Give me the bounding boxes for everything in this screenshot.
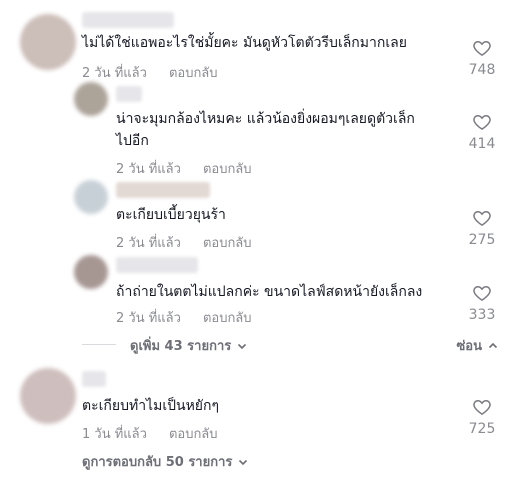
avatar[interactable] xyxy=(74,82,108,116)
hide-replies-button[interactable]: ซ่อน xyxy=(456,335,498,356)
comment-meta: 2 วัน ที่แล้ว ตอบกลับ xyxy=(116,232,252,253)
chevron-up-icon xyxy=(488,342,498,348)
like-button[interactable]: 725 xyxy=(462,397,502,437)
reply-button[interactable]: ตอบกลับ xyxy=(169,423,218,444)
timestamp: 1 วัน ที่แล้ว xyxy=(82,427,147,442)
heart-outline-icon xyxy=(473,40,491,56)
reply-2: user ตะเกียบเบี้ยวยุนร้า 2 วัน ที่แล้ว ต… xyxy=(0,180,532,253)
timestamp: 2 วัน ที่แล้ว xyxy=(116,311,181,326)
reply-button[interactable]: ตอบกลับ xyxy=(169,62,218,83)
reply-text-line-1: น่าจะมุมกล้องไหมคะ แล้วน้องยิ่งผอมๆเลยดู… xyxy=(116,111,415,127)
view-replies-button[interactable]: ดูการตอบกลับ 50 รายการ xyxy=(82,451,248,472)
reply-1: user น่าจะมุมกล้องไหมคะ แล้วน้องยิ่งผอมๆ… xyxy=(0,82,532,177)
avatar[interactable] xyxy=(20,14,76,70)
like-button[interactable]: 275 xyxy=(462,208,502,248)
hide-label: ซ่อน xyxy=(456,339,482,354)
chevron-down-icon xyxy=(238,343,247,349)
comment-text: ไม่ได้ใช่แอพอะไรใช่มั้ยคะ มันดูหัวโตตัวร… xyxy=(82,35,407,51)
avatar[interactable] xyxy=(20,368,76,424)
view-more-label: ดูเพิ่ม 43 รายการ xyxy=(130,339,232,354)
chevron-down-icon xyxy=(239,459,248,465)
like-count: 725 xyxy=(468,421,496,437)
comment-text: ตะเกียบทำไมเป็นหยักๆ xyxy=(82,398,219,414)
username[interactable]: user xyxy=(116,257,198,273)
username[interactable]: user xyxy=(82,12,174,28)
like-button[interactable]: 333 xyxy=(462,283,502,323)
heart-outline-icon xyxy=(473,285,491,301)
avatar[interactable] xyxy=(74,255,108,289)
heart-outline-icon xyxy=(473,114,491,130)
username[interactable]: user xyxy=(116,86,142,102)
reply-3: user ถ้าถ่ายในตตไม่แปลกค่ะ ขนาดไลฟ์สดหน้… xyxy=(0,255,532,327)
divider-line xyxy=(82,344,116,345)
like-count: 748 xyxy=(468,62,496,78)
comment-meta: 2 วัน ที่แล้ว ตอบกลับ xyxy=(116,158,252,179)
comment-meta: 2 วัน ที่แล้ว ตอบกลับ xyxy=(82,62,218,83)
view-more-replies-button[interactable]: ดูเพิ่ม 43 รายการ xyxy=(130,335,247,356)
like-count: 275 xyxy=(468,232,496,248)
heart-outline-icon xyxy=(473,210,491,226)
like-count: 414 xyxy=(468,136,496,152)
like-button[interactable]: 748 xyxy=(462,38,502,78)
reply-text: ถ้าถ่ายในตตไม่แปลกค่ะ ขนาดไลฟ์สดหน้ายังเ… xyxy=(116,284,423,300)
comment-1: user ไม่ได้ใช่แอพอะไรใช่มั้ยคะ มันดูหัวโ… xyxy=(0,0,532,90)
username[interactable]: user xyxy=(116,182,210,198)
timestamp: 2 วัน ที่แล้ว xyxy=(82,66,147,81)
heart-outline-icon xyxy=(473,399,491,415)
like-count: 333 xyxy=(468,307,496,323)
reply-text: ตะเกียบเบี้ยวยุนร้า xyxy=(116,207,226,223)
avatar[interactable] xyxy=(74,180,108,214)
view-replies-label: ดูการตอบกลับ 50 รายการ xyxy=(82,455,233,470)
comment-2: user ตะเกียบทำไมเป็นหยักๆ 1 วัน ที่แล้ว … xyxy=(0,365,532,479)
comment-meta: 1 วัน ที่แล้ว ตอบกลับ xyxy=(82,423,218,444)
reply-text-line-2: ไปอีก xyxy=(116,133,149,149)
reply-button[interactable]: ตอบกลับ xyxy=(203,158,252,179)
comment-meta: 2 วัน ที่แล้ว ตอบกลับ xyxy=(116,307,252,328)
reply-button[interactable]: ตอบกลับ xyxy=(203,232,252,253)
timestamp: 2 วัน ที่แล้ว xyxy=(116,162,181,177)
like-button[interactable]: 414 xyxy=(462,112,502,152)
timestamp: 2 วัน ที่แล้ว xyxy=(116,236,181,251)
reply-button[interactable]: ตอบกลับ xyxy=(203,307,252,328)
username[interactable]: user xyxy=(82,371,106,387)
